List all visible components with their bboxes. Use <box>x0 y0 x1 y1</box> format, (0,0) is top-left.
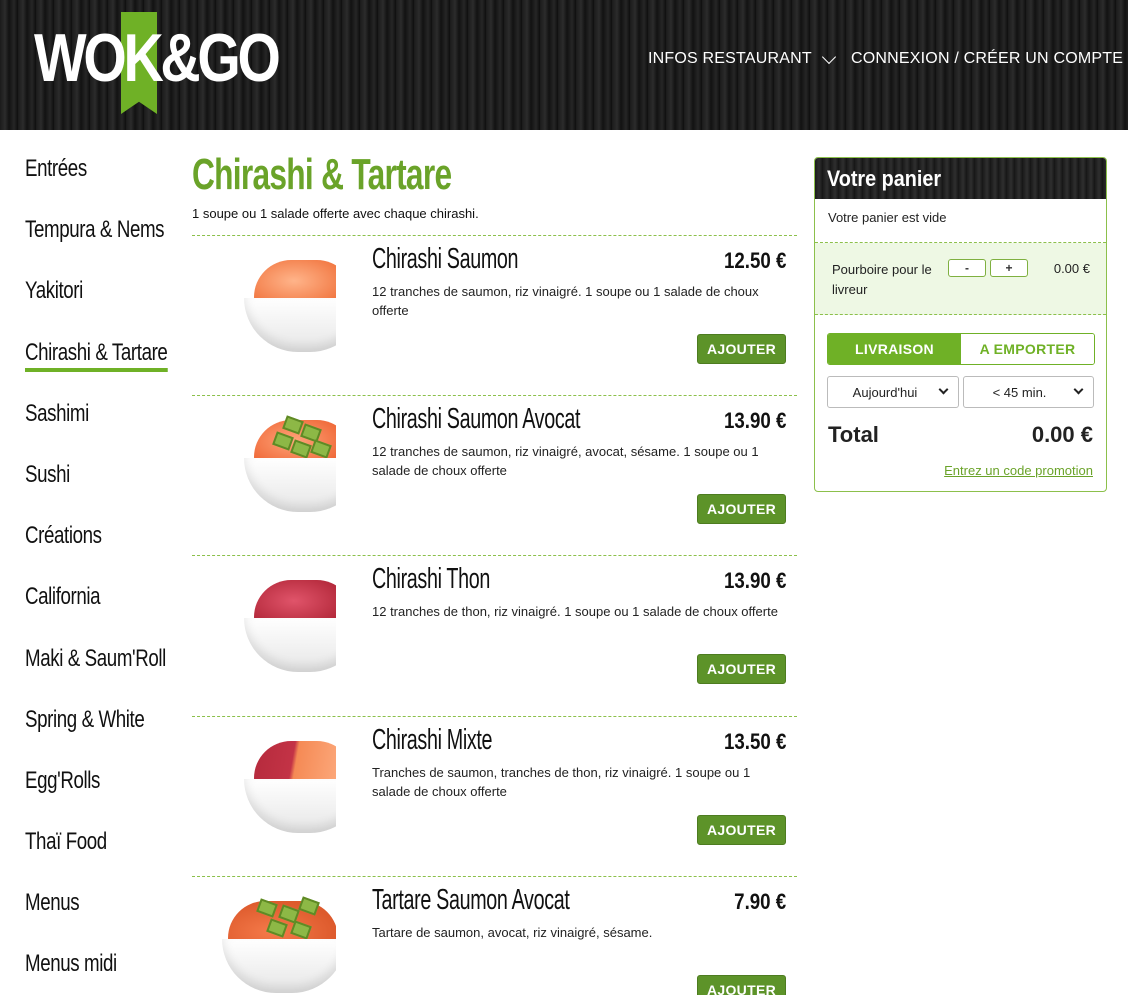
sidebar-item-maki-saumroll[interactable]: Maki & Saum'Roll <box>25 640 166 701</box>
product-list: Chirashi Saumon 12.50 € 12 tranches de s… <box>192 235 797 995</box>
product-name: Chirashi Saumon <box>372 243 519 275</box>
tartare-bowl-image <box>222 893 336 995</box>
sidebar-item-sashimi[interactable]: Sashimi <box>25 395 134 456</box>
chevron-down-icon <box>821 49 836 64</box>
chevron-down-icon <box>938 384 949 395</box>
sidebar-item-creations[interactable]: Créations <box>25 517 134 578</box>
sidebar-item-spring-white[interactable]: Spring & White <box>25 701 145 762</box>
sidebar-item-label: Tempura & Nems <box>25 216 165 244</box>
salmon-avocado-bowl-image <box>244 412 336 522</box>
order-mode-tabs: LIVRAISON A EMPORTER <box>827 333 1095 365</box>
tip-label: Pourboire pour le livreur <box>832 262 932 297</box>
cart-header: Votre panier <box>815 158 1106 199</box>
nav-login-link[interactable]: CONNEXION / CRÉER UN COMPTE <box>851 50 1123 68</box>
product-description: Tranches de saumon, tranches de thon, ri… <box>372 764 751 799</box>
tip-value: 0.00 € <box>1053 261 1090 276</box>
sidebar-item-thai-food[interactable]: Thaï Food <box>25 823 134 884</box>
total-value: 0.00 € <box>1031 422 1093 447</box>
sidebar-item-label: Entrées <box>25 155 87 182</box>
product-card: Chirashi Mixte 13.50 € Tranches de saumo… <box>192 715 797 876</box>
sidebar-item-menus[interactable]: Menus <box>25 884 134 945</box>
cart-title: Votre panier <box>827 166 942 191</box>
add-to-cart-button[interactable]: AJOUTER <box>697 334 786 364</box>
product-price: 13.90 € <box>723 568 786 594</box>
add-to-cart-button[interactable]: AJOUTER <box>697 814 786 845</box>
product-price: 13.90 € <box>723 408 786 434</box>
product-name: Chirashi Thon <box>372 563 490 596</box>
product-price: 12.50 € <box>723 248 786 273</box>
sidebar-item-eggrolls[interactable]: Egg'Rolls <box>25 762 134 823</box>
product-name: Chirashi Mixte <box>372 723 493 756</box>
time-select-value: < 45 min. <box>992 384 1047 400</box>
product-card: Chirashi Saumon 12.50 € 12 tranches de s… <box>192 235 797 395</box>
cart-panel: Votre panier Votre panier est vide Pourb… <box>814 157 1107 492</box>
sidebar-item-tempura-nems[interactable]: Tempura & Nems <box>25 211 165 272</box>
sidebar-item-label: Menus <box>25 889 80 917</box>
sidebar-item-label: Egg'Rolls <box>25 766 100 794</box>
nav-infos-label: INFOS RESTAURANT <box>648 50 812 67</box>
wok-and-go-logo[interactable]: WOK&GO <box>34 12 281 116</box>
promo-code-link[interactable]: Entrez un code promotion <box>944 463 1093 478</box>
day-select[interactable]: Aujourd'hui <box>827 376 959 408</box>
product-description: 12 tranches de thon, riz vinaigré. 1 sou… <box>372 604 778 620</box>
product-name: Chirashi Saumon Avocat <box>372 403 581 436</box>
cart-empty-message: Votre panier est vide <box>815 199 1106 243</box>
product-card: Tartare Saumon Avocat 7.90 € Tartare de … <box>192 875 797 995</box>
time-select[interactable]: < 45 min. <box>963 376 1094 408</box>
sidebar-item-entrees[interactable]: Entrées <box>25 150 134 211</box>
product-description: 12 tranches de saumon, riz vinaigré. 1 s… <box>372 284 759 318</box>
page-subtitle: 1 soupe ou 1 salade offerte avec chaque … <box>192 206 479 221</box>
sidebar-item-label: Sashimi <box>25 399 89 427</box>
tip-increase-button[interactable]: + <box>990 259 1028 277</box>
site-header: WOK&GO INFOS RESTAURANT CONNEXION / CRÉE… <box>0 0 1128 130</box>
chevron-down-icon <box>1073 384 1084 395</box>
add-to-cart-button[interactable]: AJOUTER <box>697 654 786 685</box>
day-select-value: Aujourd'hui <box>852 384 918 400</box>
product-price: 13.50 € <box>723 728 786 754</box>
tab-takeaway[interactable]: A EMPORTER <box>961 334 1094 364</box>
salmon-bowl-image <box>244 252 336 362</box>
product-card: Chirashi Thon 13.90 € 12 tranches de tho… <box>192 555 797 715</box>
sidebar-item-label: Thaï Food <box>25 828 107 856</box>
page-title: Chirashi & Tartare <box>192 150 452 199</box>
sidebar-item-menus-midi[interactable]: Menus midi <box>25 945 134 995</box>
sidebar-item-label: Yakitori <box>25 277 83 305</box>
product-description: Tartare de saumon, avocat, riz vinaigré,… <box>372 924 653 940</box>
product-section: Chirashi & Tartare 1 soupe ou 1 salade o… <box>192 150 797 995</box>
sidebar-item-california[interactable]: California <box>25 578 134 639</box>
category-sidebar: Entrées Tempura & Nems Yakitori Chirashi… <box>25 150 168 995</box>
total-label: Total <box>828 422 879 447</box>
product-description: 12 tranches de saumon, riz vinaigré, avo… <box>372 444 759 479</box>
mixed-bowl-image <box>244 733 336 843</box>
sidebar-item-label: Spring & White <box>25 705 145 733</box>
sidebar-item-label: California <box>25 583 101 611</box>
sidebar-item-chirashi-tartare[interactable]: Chirashi & Tartare <box>25 334 168 395</box>
sidebar-item-sushi[interactable]: Sushi <box>25 456 134 517</box>
add-to-cart-button[interactable]: AJOUTER <box>697 494 786 525</box>
product-name: Tartare Saumon Avocat <box>372 883 570 916</box>
tip-decrease-button[interactable]: - <box>948 259 986 277</box>
product-price: 7.90 € <box>734 888 786 914</box>
sidebar-item-label: Créations <box>25 522 102 550</box>
tip-section: Pourboire pour le livreur - + 0.00 € <box>815 243 1106 315</box>
sidebar-item-label: Maki & Saum'Roll <box>25 644 166 672</box>
sidebar-item-label: Menus midi <box>25 950 117 978</box>
sidebar-item-yakitori[interactable]: Yakitori <box>25 272 134 333</box>
sidebar-item-label: Chirashi & Tartare <box>25 338 168 372</box>
tab-delivery[interactable]: LIVRAISON <box>828 334 961 364</box>
sidebar-item-label: Sushi <box>25 460 70 488</box>
nav-infos-restaurant[interactable]: INFOS RESTAURANT <box>648 49 836 68</box>
add-to-cart-button[interactable]: AJOUTER <box>697 974 786 995</box>
tuna-bowl-image <box>244 572 336 682</box>
logo-text: WOK&GO <box>34 20 281 96</box>
product-card: Chirashi Saumon Avocat 13.90 € 12 tranch… <box>192 395 797 555</box>
